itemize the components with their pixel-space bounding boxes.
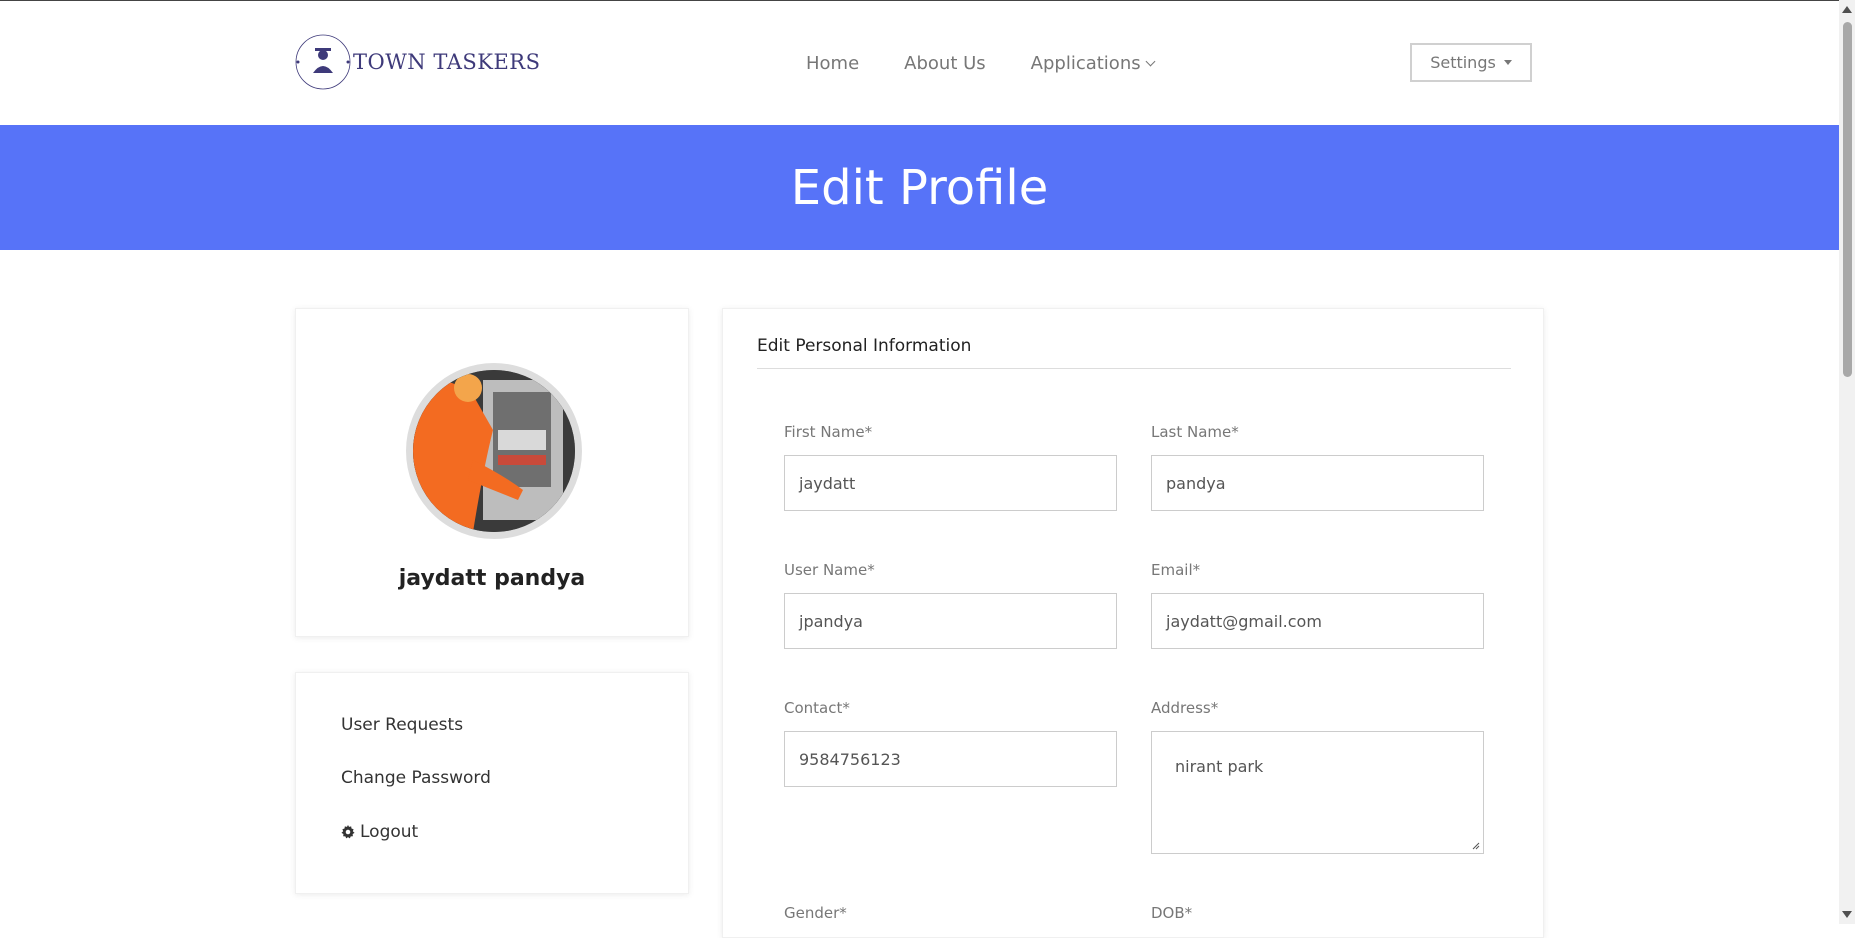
profile-name: jaydatt pandya (398, 566, 586, 591)
address-textarea[interactable]: nirant park (1151, 731, 1484, 854)
menu-user-requests-label: User Requests (341, 715, 464, 735)
nav-about-label: About Us (904, 53, 986, 74)
caret-down-icon (1503, 60, 1512, 65)
last-name-field[interactable]: pandya (1151, 455, 1484, 511)
scroll-down-icon[interactable] (1842, 911, 1852, 918)
logo-badge-icon (295, 34, 351, 90)
email-field[interactable]: jaydatt@gmail.com (1151, 593, 1484, 649)
contact-label: Contact* (784, 699, 850, 717)
page-scrollbar[interactable] (1839, 0, 1855, 924)
first-name-label: First Name* (784, 423, 873, 441)
nav-applications-label: Applications (1030, 53, 1141, 74)
nav-home-label: Home (806, 53, 860, 74)
avatar (406, 363, 582, 539)
form-title: Edit Personal Information (757, 336, 972, 356)
nav-about-us[interactable]: About Us (904, 53, 986, 74)
brand-logo[interactable]: TOWN TASKERS (293, 31, 540, 93)
site-header: TOWN TASKERS Home About Us Applications … (0, 0, 1839, 126)
menu-logout[interactable]: Logout (341, 822, 418, 842)
edit-info-card: Edit Personal Information First Name* ja… (722, 308, 1544, 938)
contact-field[interactable]: 9584756123 (784, 731, 1117, 787)
gear-icon (341, 825, 355, 839)
brand-name: TOWN TASKERS (353, 50, 541, 74)
chevron-down-icon (1145, 56, 1156, 66)
main-nav: Home About Us Applications (806, 53, 1199, 74)
resize-grip-icon[interactable] (1472, 842, 1480, 850)
menu-change-password-label: Change Password (341, 768, 491, 788)
address-value: nirant park (1175, 757, 1264, 776)
nav-applications[interactable]: Applications (1030, 53, 1156, 74)
avatar-photo (413, 370, 575, 532)
user-name-field[interactable]: jpandya (784, 593, 1117, 649)
first-name-field[interactable]: jaydatt (784, 455, 1117, 511)
email-label: Email* (1151, 561, 1201, 579)
user-name-label: User Name* (784, 561, 875, 579)
account-menu-card: User Requests Change Password Logout (295, 672, 689, 894)
address-label: Address* (1151, 699, 1219, 717)
dob-label: DOB* (1151, 904, 1193, 922)
gender-label: Gender* (784, 904, 847, 922)
menu-change-password[interactable]: Change Password (341, 768, 491, 788)
menu-logout-label: Logout (360, 822, 419, 842)
form-divider (757, 368, 1511, 369)
scrollbar-thumb[interactable] (1843, 22, 1852, 377)
last-name-label: Last Name* (1151, 423, 1239, 441)
menu-user-requests[interactable]: User Requests (341, 715, 463, 735)
scroll-up-icon[interactable] (1842, 6, 1852, 13)
nav-home[interactable]: Home (806, 53, 859, 74)
page-title: Edit Profile (790, 159, 1049, 216)
profile-card: jaydatt pandya (295, 308, 689, 637)
page-banner: Edit Profile (0, 125, 1839, 250)
settings-dropdown-button[interactable]: Settings (1410, 43, 1532, 82)
settings-label: Settings (1430, 53, 1496, 72)
